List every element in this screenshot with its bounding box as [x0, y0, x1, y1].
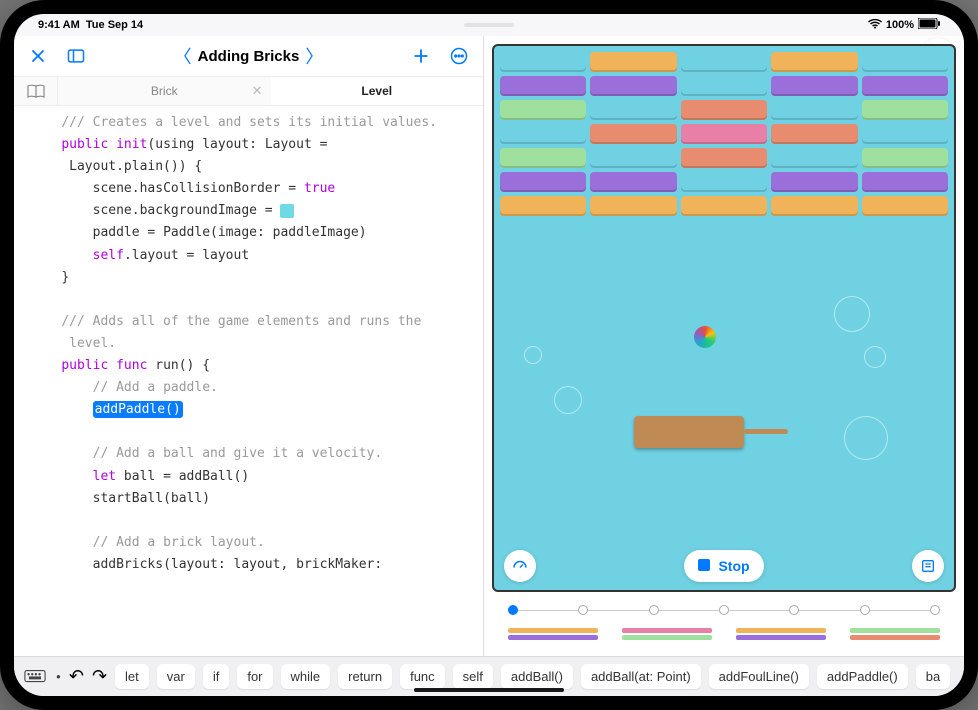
editor-tabs: Brick ✕ Level: [14, 76, 483, 106]
brick-grid: [500, 52, 948, 220]
game-wrap: Stop: [484, 36, 964, 656]
battery-icon: [918, 18, 940, 32]
code-keyword: self: [93, 248, 124, 263]
status-date: Tue Sep 14: [86, 19, 143, 31]
grab-handle[interactable]: [464, 23, 514, 27]
redo-icon[interactable]: ↷: [92, 666, 107, 687]
preset[interactable]: [622, 628, 712, 648]
more-button[interactable]: [445, 42, 473, 70]
keyword-chip[interactable]: self: [453, 664, 493, 689]
stop-icon: [698, 558, 710, 574]
code-text: addBricks(layout: layout, brickMaker:: [93, 557, 383, 572]
step-timeline[interactable]: [492, 592, 956, 628]
screen: 9:41 AM Tue Sep 14 100% 〈 Adding Bricks …: [14, 14, 964, 696]
code-text: }: [61, 270, 69, 285]
code-text: Layout.plain()) {: [61, 159, 202, 174]
code-text: (using layout: Layout =: [147, 137, 327, 152]
keyword-chip[interactable]: while: [281, 664, 331, 689]
color-literal-icon[interactable]: [280, 204, 294, 218]
paddle[interactable]: [634, 416, 744, 448]
chevron-right-icon[interactable]: 〉: [305, 43, 323, 69]
code-comment: /// Adds all of the game elements and ru…: [61, 314, 421, 329]
editor-pane: 〈 Adding Bricks 〉 Brick ✕ Level /// Creat…: [14, 36, 484, 656]
code-comment: /// Creates a level and sets its initial…: [61, 115, 437, 130]
keyboard-icon[interactable]: ●: [24, 668, 61, 686]
timeline-step[interactable]: [930, 605, 940, 615]
keyword-chip[interactable]: addFoulLine(): [709, 664, 809, 689]
code-text: scene.hasCollisionBorder =: [93, 181, 304, 196]
game-canvas[interactable]: Stop: [492, 44, 956, 592]
battery-text: 100%: [886, 19, 914, 31]
code-comment: // Add a ball and give it a velocity.: [93, 446, 383, 461]
preview-pane: Stop: [484, 36, 964, 656]
status-bar: 9:41 AM Tue Sep 14 100%: [14, 14, 964, 36]
code-keyword: func: [116, 358, 147, 373]
split-view: 〈 Adding Bricks 〉 Brick ✕ Level /// Creat…: [14, 36, 964, 656]
undo-icon[interactable]: ↶: [69, 666, 84, 687]
keyword-chip[interactable]: addBall(): [501, 664, 573, 689]
ball: [694, 326, 716, 348]
code-selection[interactable]: addPaddle(): [93, 401, 183, 418]
preset[interactable]: [736, 628, 826, 648]
tab-close-icon[interactable]: ✕: [252, 83, 263, 99]
sidebar-toggle-icon[interactable]: [62, 42, 90, 70]
tab-label: Brick: [151, 84, 178, 98]
keyword-chip[interactable]: addPaddle(): [817, 664, 908, 689]
stop-label: Stop: [718, 558, 749, 574]
wifi-icon: [868, 19, 882, 32]
status-left: 9:41 AM Tue Sep 14: [38, 19, 143, 31]
close-button[interactable]: [24, 42, 52, 70]
keyword-chip[interactable]: if: [203, 664, 230, 689]
timeline-step[interactable]: [719, 605, 729, 615]
code-editor[interactable]: /// Creates a level and sets its initial…: [14, 106, 483, 656]
tab-level[interactable]: Level: [271, 77, 484, 105]
keyword-chip[interactable]: return: [338, 664, 392, 689]
preset[interactable]: [850, 628, 940, 648]
brick-presets: [492, 628, 956, 648]
keyword-chip[interactable]: addBall(at: Point): [581, 664, 701, 689]
timeline-step[interactable]: [508, 605, 518, 615]
game-controls: Stop: [494, 550, 954, 582]
keyword-chip[interactable]: let: [115, 664, 149, 689]
keyword-chip[interactable]: var: [157, 664, 195, 689]
code-text: run() {: [147, 358, 210, 373]
code-keyword: init: [116, 137, 147, 152]
code-literal: true: [304, 181, 335, 196]
results-button[interactable]: [912, 550, 944, 582]
code-text: startBall(ball): [93, 491, 210, 506]
tab-label: Level: [361, 84, 392, 98]
keyword-chip[interactable]: for: [237, 664, 272, 689]
preset[interactable]: [508, 628, 598, 648]
code-keyword: public: [61, 137, 108, 152]
title-text: Adding Bricks: [198, 48, 300, 65]
code-comment: level.: [61, 336, 116, 351]
code-text: scene.backgroundImage =: [93, 203, 281, 218]
status-time: 9:41 AM: [38, 19, 80, 31]
code-text: paddle = Paddle(image: paddleImage): [93, 225, 367, 240]
speed-button[interactable]: [504, 550, 536, 582]
keyword-chip[interactable]: ba: [916, 664, 950, 689]
status-right: 100%: [868, 18, 940, 32]
stop-button[interactable]: Stop: [684, 550, 763, 582]
timeline-step[interactable]: [649, 605, 659, 615]
library-icon[interactable]: [14, 77, 58, 105]
ipad-frame: 9:41 AM Tue Sep 14 100% 〈 Adding Bricks …: [0, 0, 978, 710]
tab-brick[interactable]: Brick ✕: [58, 77, 271, 105]
code-keyword: public: [61, 358, 108, 373]
add-button[interactable]: [407, 42, 435, 70]
timeline-step[interactable]: [789, 605, 799, 615]
editor-header: 〈 Adding Bricks 〉: [14, 36, 483, 76]
code-text: ball = addBall(): [116, 469, 249, 484]
home-indicator[interactable]: [414, 688, 564, 692]
timeline-step[interactable]: [578, 605, 588, 615]
code-comment: // Add a paddle.: [93, 380, 218, 395]
code-keyword: let: [93, 469, 116, 484]
code-text: .layout = layout: [124, 248, 249, 263]
keyword-chip[interactable]: func: [400, 664, 445, 689]
timeline-step[interactable]: [860, 605, 870, 615]
chevron-left-icon[interactable]: 〈: [174, 43, 192, 69]
page-title[interactable]: 〈 Adding Bricks 〉: [174, 43, 324, 69]
code-comment: // Add a brick layout.: [93, 535, 265, 550]
